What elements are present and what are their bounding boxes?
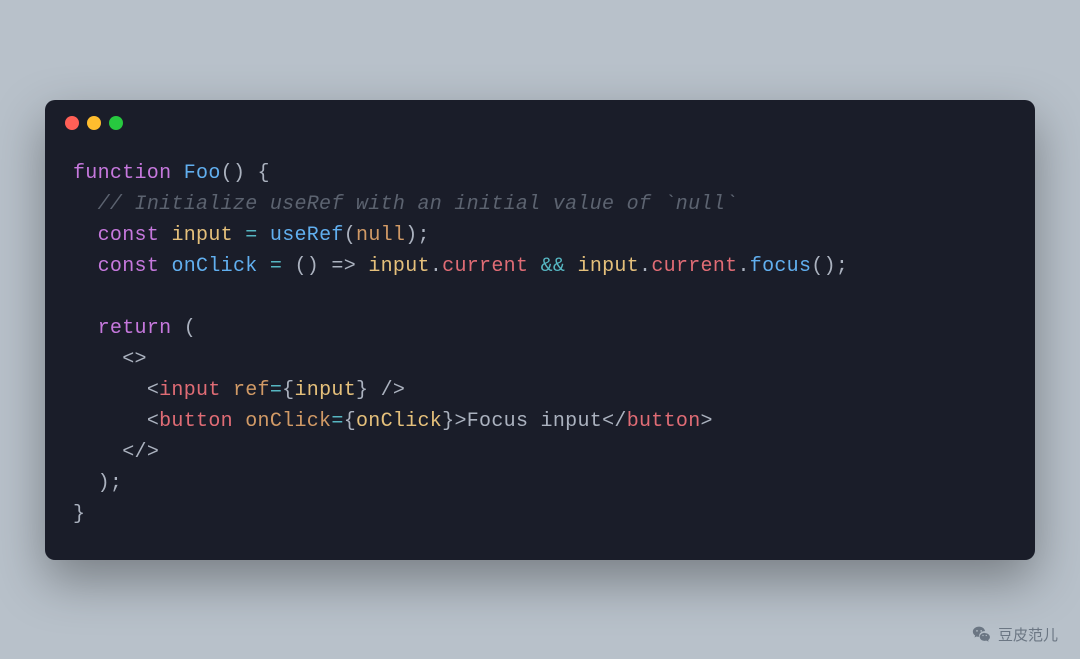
jsx-text: Focus input [467,410,602,433]
punctuation: ); [405,224,430,247]
comment: // Initialize useRef with an initial val… [98,193,738,216]
function-call: useRef [270,224,344,247]
jsx-fragment-open: <> [122,348,147,371]
property: current [442,255,528,278]
variable: onClick [171,255,257,278]
watermark-text: 豆皮范儿 [998,624,1058,645]
punctuation: . [430,255,442,278]
operator: = [270,379,282,402]
maximize-icon[interactable] [109,116,123,130]
object-ref: input [578,255,640,278]
variable: input [171,224,233,247]
punctuation: ); [98,472,123,495]
punctuation: } [442,410,454,433]
punctuation: { [282,379,294,402]
close-icon[interactable] [65,116,79,130]
method-call: focus [750,255,812,278]
punctuation: . [639,255,651,278]
jsx-expr: onClick [356,410,442,433]
punctuation: } [73,503,85,526]
punctuation: > [454,410,466,433]
keyword-const: const [98,224,160,247]
punctuation: (); [811,255,848,278]
property: current [651,255,737,278]
keyword-const: const [98,255,160,278]
arrow-function: () => [295,255,357,278]
jsx-tag: input [159,379,221,402]
jsx-tag: button [159,410,233,433]
punctuation: > [701,410,713,433]
punctuation: () { [221,162,270,185]
punctuation: ( [344,224,356,247]
titlebar [45,100,1035,138]
operator: = [270,255,282,278]
object-ref: input [368,255,430,278]
punctuation: < [147,379,159,402]
operator: = [331,410,343,433]
punctuation: ( [171,317,196,340]
jsx-expr: input [294,379,356,402]
jsx-attr: ref [233,379,270,402]
jsx-fragment-close: </> [122,441,159,464]
keyword-function: function [73,162,171,185]
code-window: function Foo() { // Initialize useRef wi… [45,100,1035,560]
code-body: function Foo() { // Initialize useRef wi… [45,138,1035,560]
wechat-icon [972,625,992,645]
code-block: function Foo() { // Initialize useRef wi… [73,158,1007,530]
minimize-icon[interactable] [87,116,101,130]
operator-and: && [541,255,566,278]
watermark: 豆皮范儿 [972,624,1058,645]
jsx-attr: onClick [245,410,331,433]
keyword-return: return [98,317,172,340]
null-literal: null [356,224,405,247]
punctuation: /> [368,379,405,402]
operator: = [245,224,257,247]
punctuation: </ [602,410,627,433]
punctuation: { [344,410,356,433]
punctuation: } [356,379,368,402]
jsx-tag: button [627,410,701,433]
punctuation: < [147,410,159,433]
function-name: Foo [184,162,221,185]
punctuation: . [737,255,749,278]
